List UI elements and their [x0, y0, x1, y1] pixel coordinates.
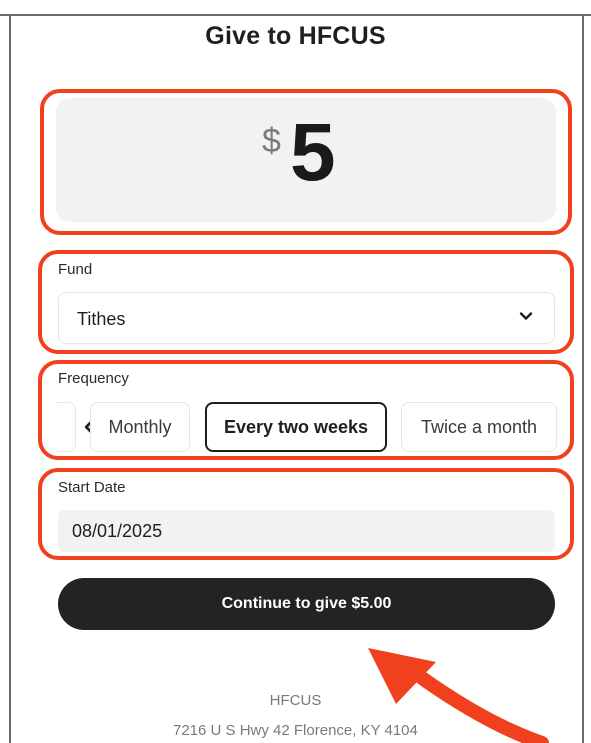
- window-left-border: [9, 14, 11, 743]
- frequency-option-partial[interactable]: [56, 402, 76, 452]
- fund-label: Fund: [58, 261, 93, 278]
- page-title: Give to HFCUS: [205, 22, 386, 50]
- continue-button[interactable]: Continue to give $5.00: [58, 578, 555, 630]
- fund-select[interactable]: Tithes: [58, 292, 555, 344]
- frequency-option-every-two-weeks[interactable]: Every two weeks: [205, 402, 387, 452]
- start-date-value: 08/01/2025: [72, 521, 163, 541]
- frequency-label: Frequency: [58, 370, 129, 387]
- fund-selected-value: Tithes: [77, 309, 126, 329]
- amount-value[interactable]: 5: [290, 112, 336, 194]
- currency-symbol: $: [262, 122, 281, 160]
- frequency-option-monthly[interactable]: Monthly: [90, 402, 190, 452]
- window-right-border: [582, 14, 584, 743]
- frequency-option-twice-a-month[interactable]: Twice a month: [401, 402, 557, 452]
- annotation-arrow-icon: [368, 648, 549, 743]
- start-date-label: Start Date: [58, 479, 126, 496]
- start-date-field[interactable]: 08/01/2025: [58, 510, 555, 552]
- window-top-border: [0, 0, 591, 16]
- chevron-down-icon: [519, 312, 533, 320]
